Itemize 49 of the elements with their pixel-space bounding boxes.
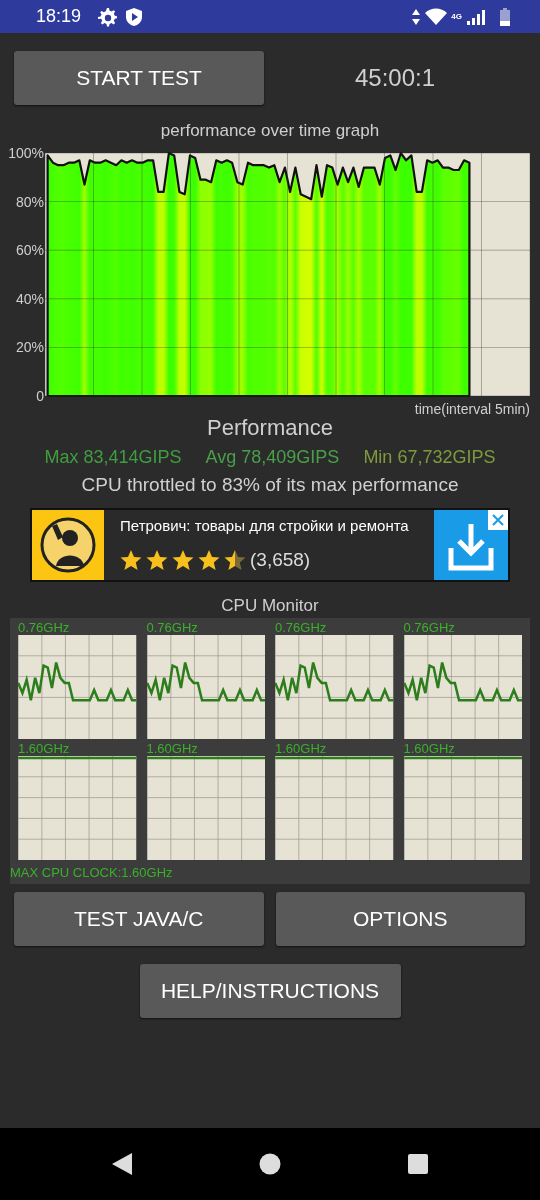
y-tick-label: 0 [36,388,44,404]
star-icon [146,548,168,571]
core-clock: 1.60GHz [146,740,199,756]
signal-icon [466,8,486,25]
core-clock: 0.76GHz [18,619,71,635]
performance-min: Min 67,732GIPS [363,446,496,469]
core-clock: 0.76GHz [275,619,328,635]
core-clock: 1.60GHz [275,740,328,756]
settings-icon [97,6,118,27]
status-time: 18:19 [36,5,82,28]
core-clock: 1.60GHz [403,740,456,756]
start-test-button[interactable]: START TEST [14,51,264,105]
app-button[interactable]: OPTIONS [275,891,525,946]
throttle-text: CPU throttled to 83% of its max performance [80,473,460,497]
core-clock: 1.60GHz [18,740,71,756]
timer-text: 45:00:1 [353,63,437,93]
y-tick-label: 80% [15,193,44,210]
battery-icon [500,7,510,26]
y-tick-label: 40% [15,290,44,307]
max-cpu-clock: MAX CPU CLOCK:1.60GHz [10,864,173,880]
chart-title: performance over time graph [160,121,380,140]
performance-avg: Avg 78,409GIPS [205,446,340,469]
data-arrows-icon [411,7,422,26]
shield-play-icon [125,6,144,27]
star-icon [120,548,142,571]
rating-count: (3,658) [250,547,311,572]
network-type: 4G [451,10,462,23]
core-clock: 0.76GHz [146,619,199,635]
app-button[interactable]: HELP/INSTRUCTIONS [139,963,401,1018]
home-icon[interactable] [259,1153,281,1175]
cpu-monitor-title: CPU Monitor [221,595,319,615]
ad-title: Петрович: товары для стройки и ремонта [120,516,410,536]
ad-banner[interactable]: Петрович: товары для стройки и ремонта (3,658) [30,507,510,582]
app-button[interactable]: TEST JAVA/C [14,891,264,946]
recents-icon[interactable] [407,1153,429,1175]
star-icon [198,548,220,571]
y-tick-label: 60% [15,242,44,259]
y-tick-label: 20% [15,339,44,356]
performance-heading: Performance [206,414,334,442]
app-logo-icon [32,509,104,580]
wifi-icon [425,7,448,26]
close-icon[interactable] [488,509,508,530]
core-clock: 0.76GHz [403,619,456,635]
back-icon[interactable] [111,1152,133,1176]
y-tick-label: 100% [8,145,44,161]
star-icon [172,548,194,571]
x-axis-label: time(interval 5min) [414,401,530,417]
performance-max: Max 83,414GIPS [44,446,182,469]
star-icon [224,548,246,571]
